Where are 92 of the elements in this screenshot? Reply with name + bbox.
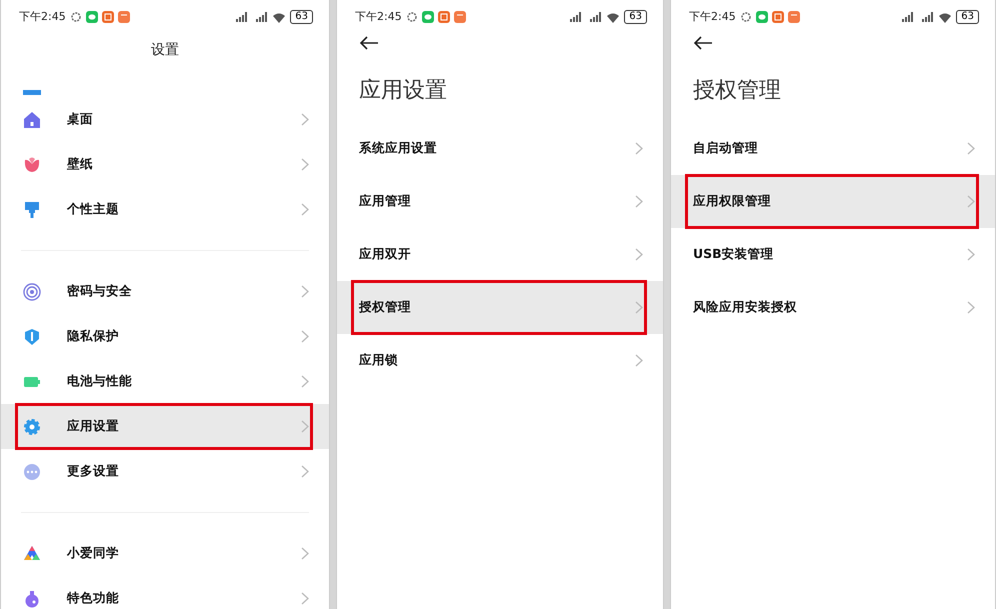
chevron-icon [635,142,643,155]
settings-icon [406,11,418,23]
chevron-icon [301,547,309,560]
row-label: 应用设置 [67,417,120,436]
row-label: 风险应用安装授权 [693,298,798,316]
settings-row[interactable]: 应用锁 [337,334,663,387]
settings-row[interactable]: 应用权限管理 [671,175,995,228]
settings-row[interactable]: 应用管理 [337,175,663,228]
settings-row[interactable]: 应用设置 [1,404,329,449]
screen-title: 应用设置 [358,77,448,105]
brush-icon [23,200,41,218]
row-label: 小爱同学 [67,544,120,562]
settings-row[interactable]: 小爱同学 [1,531,329,576]
settings-row[interactable]: 应用双开 [337,228,663,281]
app-icon [102,11,114,23]
chevron-icon [301,285,309,298]
app-icon [454,11,466,23]
flower-icon [23,156,41,174]
back-icon[interactable] [359,36,379,50]
chevron-icon [967,142,975,155]
row-label: 应用双开 [359,245,412,264]
screen-title: 授权管理 [692,77,782,105]
chat-app-icon [86,11,98,23]
settings-icon [70,11,82,23]
row-label: 授权管理 [359,298,412,316]
settings-row[interactable]: 授权管理 [337,281,663,334]
row-label: 隐私保护 [67,327,120,346]
row-label: 系统应用设置 [359,139,438,158]
settings-row[interactable]: 桌面 [1,97,329,142]
app-icon [772,11,784,23]
chat-app-icon [756,11,768,23]
status-time: 下午2:45 [689,8,736,25]
wifi-icon [272,12,286,22]
row-label: 个性主题 [67,200,120,218]
settings-row[interactable]: 更多设置 [1,449,329,494]
battery-indicator: 63 [624,10,647,24]
status-time: 下午2:45 [19,8,66,25]
home-icon [23,110,41,128]
chat-app-icon [422,11,434,23]
row-label: 更多设置 [67,462,120,480]
screen-title: 设置 [150,41,180,60]
settings-row[interactable]: 风险应用安装授权 [671,281,995,334]
settings-icon [740,11,752,23]
row-label: USB安装管理 [693,245,775,264]
chevron-icon [301,113,309,126]
wifi-icon [938,12,952,22]
app-icon [23,90,41,95]
settings-row[interactable]: 个性主题 [1,187,329,232]
chevron-icon [635,195,643,208]
target-icon [23,282,41,300]
row-label: 应用管理 [359,192,412,210]
chevron-icon [301,375,309,388]
shield-icon [23,328,41,346]
settings-row[interactable]: USB安装管理 [671,228,995,281]
back-icon[interactable] [693,36,713,50]
settings-row[interactable]: 系统应用设置 [337,122,663,175]
status-time: 下午2:45 [355,8,402,25]
settings-row[interactable]: 电池与性能 [1,359,329,404]
chevron-icon [635,354,643,367]
gear-icon [23,418,41,436]
wifi-icon [606,12,620,22]
row-label: 壁纸 [67,155,94,174]
settings-row[interactable]: 自启动管理 [671,122,995,175]
settings-row[interactable]: 隐私保护 [1,314,329,359]
row-label: 自启动管理 [693,139,759,158]
row-label: 电池与性能 [67,372,133,390]
more-icon [23,462,41,480]
assistant-icon [23,544,41,562]
settings-row[interactable]: 密码与安全 [1,269,329,314]
chevron-icon [635,248,643,261]
row-label: 密码与安全 [67,282,133,300]
chevron-icon [967,301,975,314]
chevron-icon [301,465,309,478]
app-icon [788,11,800,23]
settings-row[interactable]: 特色功能 [1,576,329,609]
chevron-icon [301,592,309,605]
chevron-icon [635,301,643,314]
chevron-icon [301,158,309,171]
row-label: 桌面 [67,110,94,128]
app-icon [118,11,130,23]
chevron-icon [301,420,309,433]
chevron-icon [301,330,309,343]
chevron-icon [301,203,309,216]
battery-indicator: 63 [956,10,979,24]
row-label: 特色功能 [67,589,120,608]
row-label: 应用权限管理 [693,192,772,210]
settings-row[interactable]: 壁纸 [1,142,329,187]
battery-indicator: 63 [290,10,313,24]
app-icon [438,11,450,23]
row-label: 应用锁 [359,351,399,370]
chevron-icon [967,248,975,261]
chevron-icon [967,195,975,208]
